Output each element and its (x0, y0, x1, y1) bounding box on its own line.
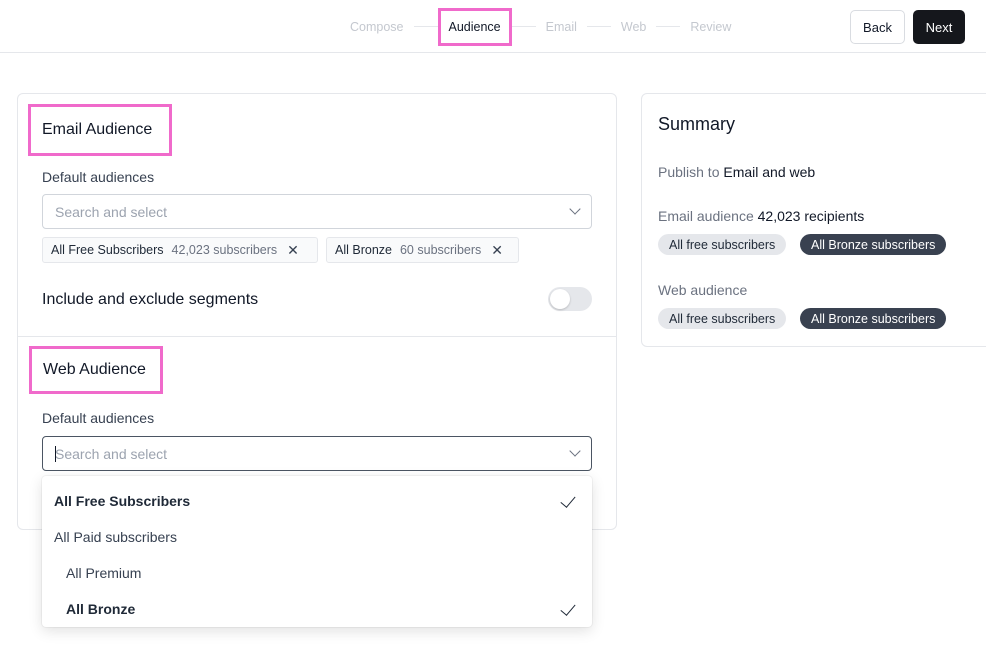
checkmark-icon (560, 600, 576, 616)
web-audience-label: Web audience (658, 282, 748, 298)
email-audience-prefix: Email audience (658, 208, 754, 224)
tag-name: All Free Subscribers (51, 243, 164, 257)
option-all-premium[interactable]: All Premium (42, 555, 592, 591)
stepper: Compose Audience Email Web Review (340, 0, 741, 53)
audience-card: Email Audience Default audiences Search … (17, 93, 617, 530)
email-pill-bronze: All Bronze subscribers (800, 234, 947, 255)
web-pill-bronze: All Bronze subscribers (800, 308, 947, 329)
email-audience-value: 42,023 recipients (757, 208, 865, 224)
option-all-free-subscribers[interactable]: All Free Subscribers (42, 483, 592, 519)
step-review[interactable]: Review (680, 20, 741, 34)
option-all-bronze[interactable]: All Bronze (42, 591, 592, 627)
summary-card: Summary Publish to Email and web Email a… (641, 93, 986, 347)
publish-value: Email and web (723, 164, 816, 180)
web-audience-dropdown: All Free Subscribers All Paid subscriber… (42, 476, 592, 627)
email-tag-bronze: All Bronze 60 subscribers ✕ (326, 237, 519, 263)
step-email[interactable]: Email (536, 20, 587, 34)
step-web[interactable]: Web (611, 20, 656, 34)
checkmark-icon (560, 492, 576, 508)
step-divider (511, 26, 536, 27)
option-label: All Paid subscribers (54, 529, 177, 545)
segments-toggle-label: Include and exclude segments (42, 291, 259, 308)
tag-name: All Bronze (335, 243, 392, 257)
web-select-placeholder: Search and select (55, 445, 168, 462)
section-divider (18, 336, 616, 337)
web-default-audiences-label: Default audiences (42, 410, 155, 426)
publish-prefix: Publish to (658, 164, 720, 180)
next-button[interactable]: Next (913, 10, 965, 44)
segments-toggle[interactable] (548, 287, 592, 311)
step-audience[interactable]: Audience (437, 7, 512, 46)
step-divider (656, 26, 681, 27)
text-caret (55, 446, 56, 462)
email-tag-free: All Free Subscribers 42,023 subscribers … (42, 237, 318, 263)
email-default-audiences-label: Default audiences (42, 169, 155, 185)
email-audience-line: Email audience 42,023 recipients (658, 208, 864, 224)
tag-count: 60 subscribers (399, 243, 482, 257)
chevron-down-icon (569, 445, 581, 457)
email-audience-heading: Email Audience (28, 104, 172, 156)
email-pill-free: All free subscribers (658, 234, 787, 255)
close-icon[interactable]: ✕ (287, 242, 299, 259)
web-pill-free: All free subscribers (658, 308, 787, 329)
web-audience-select[interactable]: Search and select (42, 436, 592, 471)
option-all-paid-subscribers[interactable]: All Paid subscribers (42, 519, 592, 555)
email-audience-select[interactable]: Search and select (42, 194, 592, 229)
option-label: All Free Subscribers (54, 493, 191, 509)
step-compose[interactable]: Compose (340, 20, 414, 34)
option-label: All Bronze (66, 601, 136, 617)
back-button[interactable]: Back (850, 10, 905, 44)
tag-count: 42,023 subscribers (171, 243, 278, 257)
publish-to-line: Publish to Email and web (658, 164, 815, 180)
summary-title: Summary (658, 114, 736, 134)
top-bar: Compose Audience Email Web Review Back N… (0, 0, 986, 53)
toggle-knob (550, 289, 570, 309)
step-divider (586, 26, 611, 27)
close-icon[interactable]: ✕ (491, 242, 503, 259)
chevron-down-icon (569, 203, 581, 215)
option-label: All Premium (66, 565, 142, 581)
web-audience-heading: Web Audience (29, 346, 163, 394)
email-select-placeholder: Search and select (55, 203, 168, 220)
step-divider (413, 26, 438, 27)
